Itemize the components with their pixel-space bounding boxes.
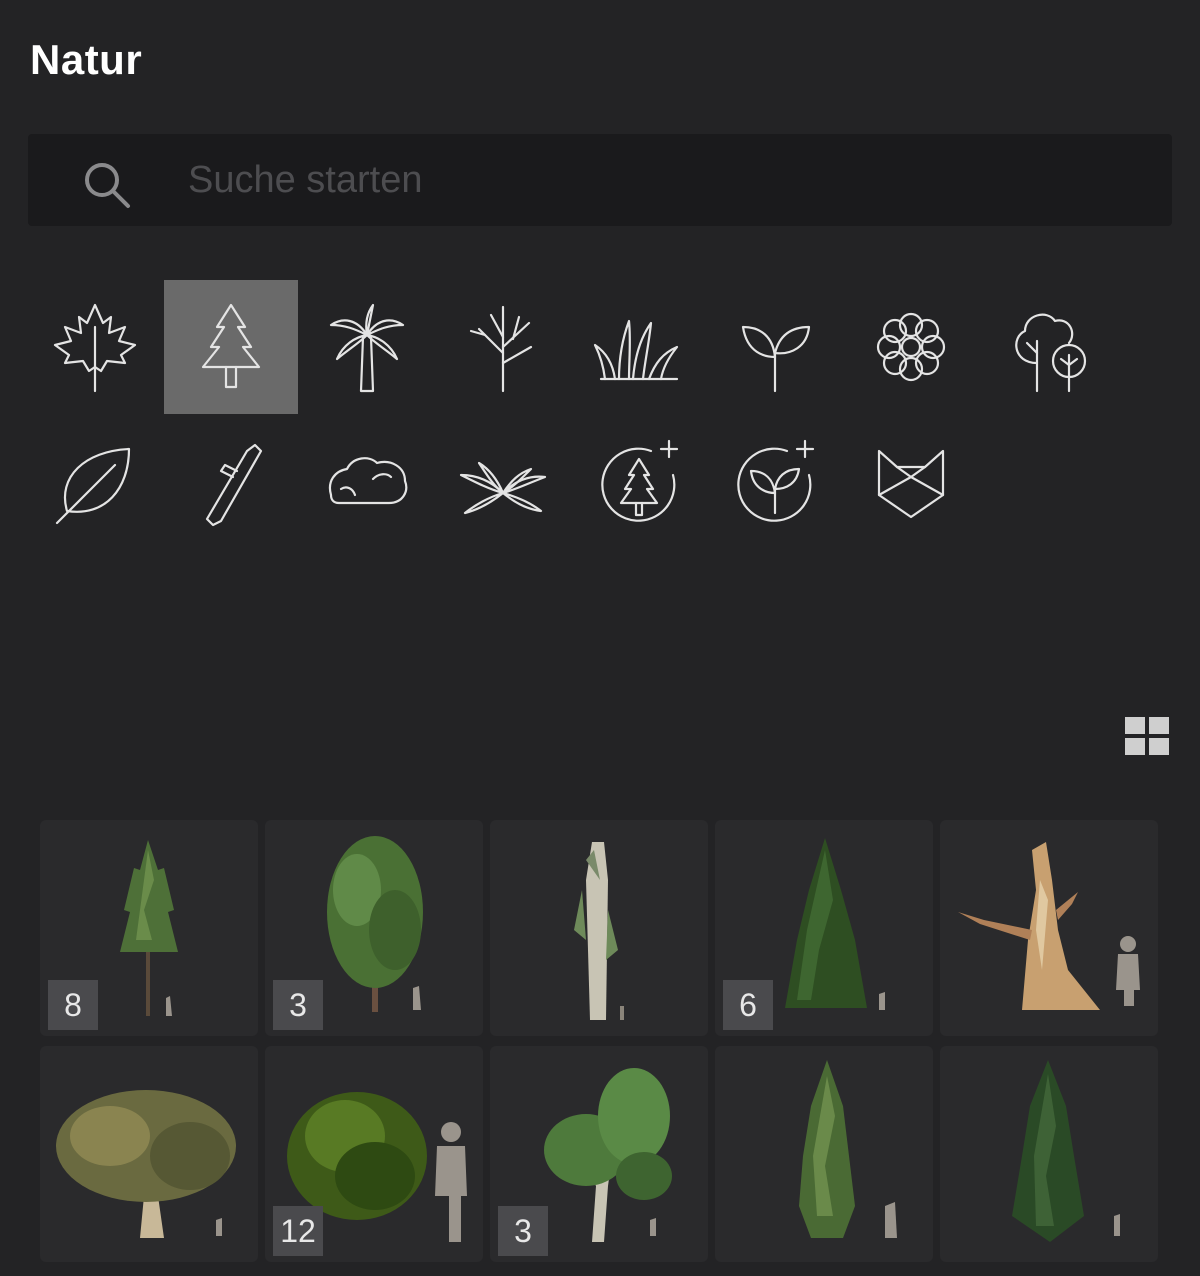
asset-tile[interactable]: 3 [265,820,483,1036]
asset-tile[interactable] [940,820,1158,1036]
asset-tile[interactable]: 12 [265,1046,483,1262]
asset-tile[interactable]: 8 [40,820,258,1036]
asset-thumbnail [574,842,624,1020]
variant-count-badge: 6 [723,980,773,1030]
grass-icon [593,319,679,381]
category-tree-group[interactable] [980,280,1114,414]
asset-tile[interactable] [715,1046,933,1262]
asset-tile[interactable] [490,820,708,1036]
fox-icon [877,449,945,519]
sprout-icon [741,325,811,393]
search-bar[interactable] [28,134,1172,226]
add-tree-icon [601,439,679,522]
search-input[interactable] [188,152,1088,208]
category-sprout[interactable] [708,280,842,414]
conifer-tree-icon [201,303,261,389]
bare-tree-icon [469,305,533,393]
asset-thumbnail [799,1060,897,1238]
category-add-plant[interactable] [708,416,842,550]
maple-leaf-icon [53,303,137,393]
add-plant-icon [737,439,815,522]
category-conifer[interactable] [164,280,298,414]
category-leaf[interactable] [28,416,162,550]
asset-tile[interactable] [940,1046,1158,1262]
panel-title: Natur [30,36,143,83]
asset-thumbnail [1012,1060,1120,1242]
asset-tile[interactable]: 3 [490,1046,708,1262]
category-bare-tree[interactable] [436,280,570,414]
leaf-icon [55,447,131,525]
category-grass[interactable] [572,280,706,414]
flower-icon [876,312,946,382]
asset-thumbnail [958,842,1140,1010]
asset-tile[interactable] [40,1046,258,1262]
rock-icon [328,457,408,505]
category-maple-leaf[interactable] [28,280,162,414]
asset-tile[interactable]: 6 [715,820,933,1036]
category-fox[interactable] [844,416,978,550]
ground-plants-icon [459,461,547,515]
asset-thumbnail [56,1090,236,1238]
category-branch[interactable] [164,416,298,550]
category-rock[interactable] [300,416,434,550]
tree-group-icon [1015,313,1087,393]
variant-count-badge: 8 [48,980,98,1030]
category-palm[interactable] [300,280,434,414]
category-ground-plants[interactable] [436,416,570,550]
grid-view-icon[interactable] [1124,716,1170,756]
variant-count-badge: 12 [273,1206,323,1256]
branch-icon [205,443,263,527]
palm-tree-icon [329,303,405,393]
variant-count-badge: 3 [273,980,323,1030]
category-add-tree[interactable] [572,416,706,550]
search-icon [85,163,130,208]
category-flower[interactable] [844,280,978,414]
variant-count-badge: 3 [498,1206,548,1256]
